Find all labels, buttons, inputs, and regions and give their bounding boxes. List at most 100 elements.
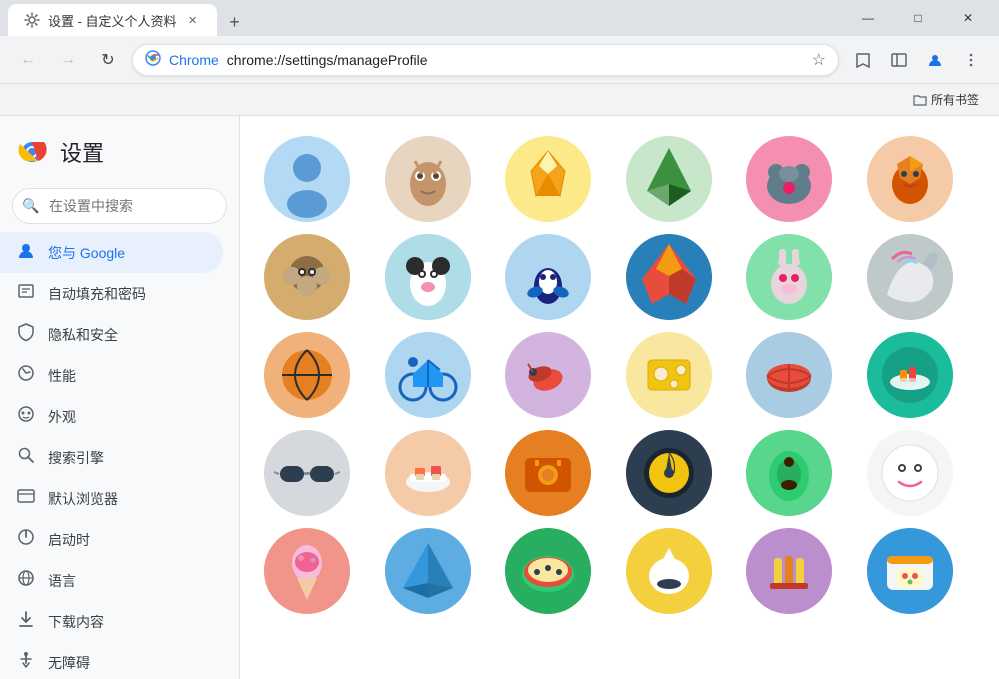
search-box[interactable]: 🔍 <box>12 188 227 224</box>
google-icon <box>16 240 36 265</box>
sidebar-item-label-accessibility: 无障碍 <box>48 653 90 673</box>
sidebar-item-language[interactable]: 语言 <box>0 560 223 601</box>
nav-items-container: 您与 Google 自动填充和密码隐私和安全性能外观搜索引擎默认浏览器启动时语言下… <box>0 232 239 679</box>
reload-button[interactable]: ↻ <box>92 44 124 76</box>
search-input[interactable] <box>12 188 227 224</box>
avatar-a20[interactable] <box>385 430 471 516</box>
avatar-a9[interactable] <box>505 234 591 320</box>
avatar-a5[interactable] <box>746 136 832 222</box>
sidebar-item-google[interactable]: 您与 Google <box>0 232 223 273</box>
avatar-a18[interactable] <box>867 332 953 418</box>
avatar-a30[interactable] <box>867 528 953 614</box>
avatar-a19[interactable] <box>264 430 350 516</box>
avatar-a11[interactable] <box>746 234 832 320</box>
url-text: chrome://settings/manageProfile <box>227 52 804 68</box>
avatar-a16[interactable] <box>626 332 712 418</box>
menu-button[interactable] <box>955 44 987 76</box>
autofill-icon <box>16 281 36 306</box>
avatar-a10[interactable] <box>626 234 712 320</box>
back-button[interactable]: ← <box>12 44 44 76</box>
avatar-a22[interactable] <box>626 430 712 516</box>
appearance-icon <box>16 404 36 429</box>
search-icon <box>16 445 36 470</box>
avatar-a6[interactable] <box>867 136 953 222</box>
bookmarks-folder[interactable]: 所有书签 <box>905 87 987 112</box>
chrome-logo-small <box>145 50 161 69</box>
avatar-a7[interactable] <box>264 234 350 320</box>
content-area <box>240 116 999 679</box>
avatar-a8[interactable] <box>385 234 471 320</box>
avatar-a26[interactable] <box>385 528 471 614</box>
sidebar-item-privacy[interactable]: 隐私和安全 <box>0 314 223 355</box>
bookmark-button[interactable] <box>847 44 879 76</box>
sidebar-item-downloads[interactable]: 下载内容 <box>0 601 223 642</box>
sidebar-item-startup[interactable]: 启动时 <box>0 519 223 560</box>
sidebar-item-autofill[interactable]: 自动填充和密码 <box>0 273 223 314</box>
sidebar-item-label-privacy: 隐私和安全 <box>48 325 118 345</box>
avatar-a1[interactable] <box>264 136 350 222</box>
main-content: 设置 🔍 您与 Google 自动填充和密码隐私和安全性能外观搜索引擎默认浏览器启… <box>0 116 999 679</box>
bookmarks-bar: 所有书签 <box>0 84 999 116</box>
avatar-a2[interactable] <box>385 136 471 222</box>
downloads-icon <box>16 609 36 634</box>
titlebar: 设置 - 自定义个人资料 ✕ + — □ ✕ <box>0 0 999 36</box>
avatar-a14[interactable] <box>385 332 471 418</box>
star-icon: ☆ <box>812 50 826 70</box>
titlebar-left: 设置 - 自定义个人资料 ✕ + <box>8 0 845 36</box>
sidebar-item-label-search: 搜索引擎 <box>48 448 104 468</box>
avatar-a23[interactable] <box>746 430 832 516</box>
sidebar-item-label-downloads: 下载内容 <box>48 612 104 632</box>
tab-close-button[interactable]: ✕ <box>185 12 201 28</box>
sidebar-button[interactable] <box>883 44 915 76</box>
url-chrome-label: Chrome <box>169 52 219 68</box>
avatar-a15[interactable] <box>505 332 591 418</box>
avatar-a13[interactable] <box>264 332 350 418</box>
sidebar-item-label-browser: 默认浏览器 <box>48 489 118 509</box>
sidebar-item-accessibility[interactable]: 无障碍 <box>0 642 223 679</box>
address-bar-actions <box>847 44 987 76</box>
sidebar-header: 设置 <box>0 124 239 180</box>
avatar-a24[interactable] <box>867 430 953 516</box>
avatar-grid <box>260 132 979 618</box>
sidebar-item-search[interactable]: 搜索引擎 <box>0 437 223 478</box>
minimize-button[interactable]: — <box>845 0 891 36</box>
url-bar[interactable]: Chrome chrome://settings/manageProfile ☆ <box>132 44 839 76</box>
tab-bar: 设置 - 自定义个人资料 ✕ + <box>8 0 845 36</box>
chrome-logo <box>16 136 48 168</box>
sidebar-item-appearance[interactable]: 外观 <box>0 396 223 437</box>
maximize-button[interactable]: □ <box>895 0 941 36</box>
avatar-a28[interactable] <box>626 528 712 614</box>
sidebar-item-label-performance: 性能 <box>48 366 76 386</box>
performance-icon <box>16 363 36 388</box>
account-button[interactable] <box>919 44 951 76</box>
avatar-a25[interactable] <box>264 528 350 614</box>
tab-settings-icon <box>24 12 40 28</box>
avatar-a4[interactable] <box>626 136 712 222</box>
avatar-a27[interactable] <box>505 528 591 614</box>
bookmarks-label: 所有书签 <box>931 91 979 108</box>
close-button[interactable]: ✕ <box>945 0 991 36</box>
folder-icon <box>913 93 927 107</box>
titlebar-controls: — □ ✕ <box>845 0 991 36</box>
avatar-a12[interactable] <box>867 234 953 320</box>
sidebar-item-label-appearance: 外观 <box>48 407 76 427</box>
addressbar: ← → ↻ Chrome chrome://settings/managePro… <box>0 36 999 84</box>
forward-button[interactable]: → <box>52 44 84 76</box>
sidebar-item-performance[interactable]: 性能 <box>0 355 223 396</box>
sidebar-item-label-startup: 启动时 <box>48 530 90 550</box>
search-icon: 🔍 <box>22 198 39 215</box>
sidebar: 设置 🔍 您与 Google 自动填充和密码隐私和安全性能外观搜索引擎默认浏览器启… <box>0 116 240 679</box>
browser-icon <box>16 486 36 511</box>
avatar-a3[interactable] <box>505 136 591 222</box>
privacy-icon <box>16 322 36 347</box>
avatar-a17[interactable] <box>746 332 832 418</box>
avatar-a29[interactable] <box>746 528 832 614</box>
tab-title: 设置 - 自定义个人资料 <box>48 11 177 30</box>
avatar-a21[interactable] <box>505 430 591 516</box>
sidebar-item-browser[interactable]: 默认浏览器 <box>0 478 223 519</box>
sidebar-item-label-google: 您与 Google <box>48 243 125 263</box>
sidebar-title: 设置 <box>60 136 104 168</box>
active-tab[interactable]: 设置 - 自定义个人资料 ✕ <box>8 4 217 36</box>
language-icon <box>16 568 36 593</box>
new-tab-button[interactable]: + <box>221 8 249 36</box>
